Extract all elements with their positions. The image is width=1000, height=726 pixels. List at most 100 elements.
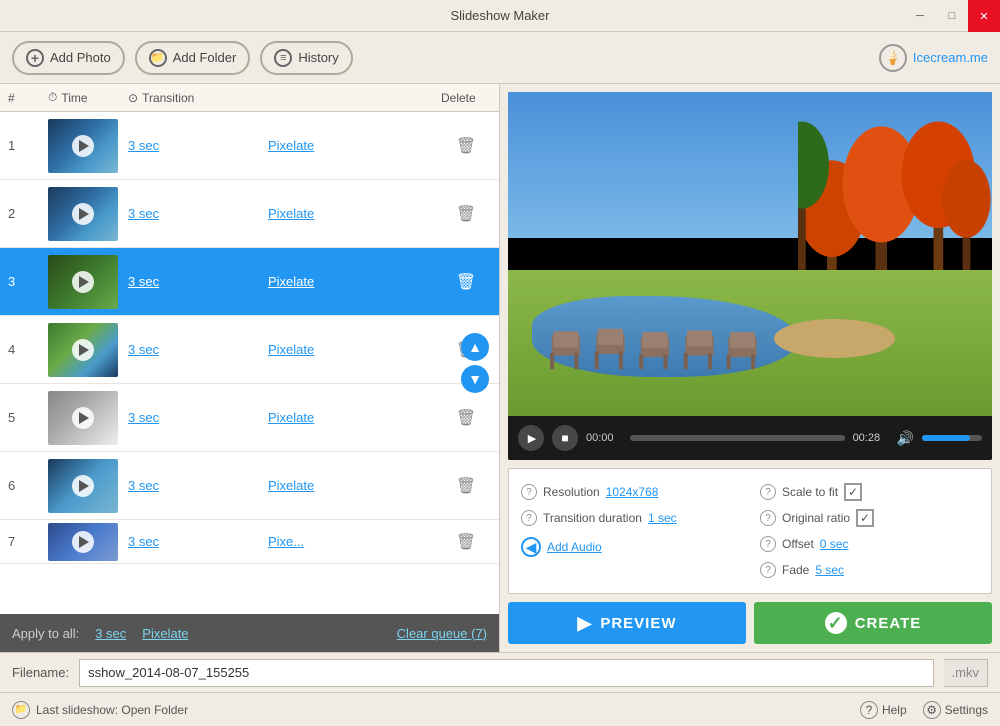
offset-value[interactable]: 0 sec [820, 537, 849, 551]
table-row[interactable]: 2 3 sec Pixelate 🗑 [0, 180, 499, 248]
settings-panel: ? Resolution 1024x768 ? Transition durat… [508, 468, 992, 594]
play-icon [79, 276, 89, 288]
preview-button[interactable]: ▶ PREVIEW [508, 602, 746, 644]
table-row[interactable]: 3 3 sec Pixelate 🗑 [0, 248, 499, 316]
thumbnail[interactable] [48, 255, 118, 309]
stop-button[interactable]: ■ [552, 425, 578, 451]
row-number: 7 [8, 534, 48, 549]
time-link[interactable]: 3 sec [128, 274, 268, 289]
play-overlay [72, 339, 94, 361]
settings-button[interactable]: ⚙ Settings [923, 701, 988, 719]
table-row[interactable]: 4 3 sec Pixelate 🗑 [0, 316, 499, 384]
add-folder-button[interactable]: 📁 Add Folder [135, 41, 251, 75]
thumbnail[interactable] [48, 459, 118, 513]
delete-button[interactable]: 🗑 [441, 272, 491, 292]
row-number: 1 [8, 138, 48, 153]
delete-button[interactable]: 🗑 [441, 204, 491, 224]
folder-icon: 📁 [12, 701, 30, 719]
minimize-button[interactable]: ─ [904, 0, 936, 32]
create-button[interactable]: ✓ CREATE [754, 602, 992, 644]
scale-help-icon[interactable]: ? [760, 484, 776, 500]
play-icon [79, 480, 89, 492]
move-up-button[interactable]: ▲ [461, 333, 489, 361]
transition-link[interactable]: Pixelate [268, 274, 441, 289]
original-ratio-help-icon[interactable]: ? [760, 510, 776, 526]
row-number: 3 [8, 274, 48, 289]
maximize-button[interactable]: □ [936, 0, 968, 32]
table-row[interactable]: 5 3 sec Pixelate 🗑 [0, 384, 499, 452]
scale-to-fit-row: ? Scale to fit ✓ [760, 479, 979, 505]
resolution-row: ? Resolution 1024x768 [521, 479, 740, 505]
create-check-icon: ✓ [825, 612, 847, 634]
progress-bar[interactable] [630, 435, 845, 441]
delete-button[interactable]: 🗑 [441, 136, 491, 156]
fade-help-icon[interactable]: ? [760, 562, 776, 578]
help-button[interactable]: ? Help [860, 701, 907, 719]
transition-duration-value[interactable]: 1 sec [648, 511, 677, 525]
col-transition: ⊙ Transition [128, 91, 268, 105]
resolution-value[interactable]: 1024x768 [606, 485, 659, 499]
brand-label: Icecream.me [913, 50, 988, 65]
transition-link[interactable]: Pixelate [268, 206, 441, 221]
table-row[interactable]: 6 3 sec Pixelate 🗑 [0, 452, 499, 520]
time-link[interactable]: 3 sec [128, 410, 268, 425]
transition-duration-row: ? Transition duration 1 sec [521, 505, 740, 531]
time-link[interactable]: 3 sec [128, 534, 268, 549]
thumbnail[interactable] [48, 391, 118, 445]
brand-link[interactable]: 🍦 Icecream.me [879, 44, 988, 72]
table-container: 1 3 sec Pixelate 🗑 2 [0, 112, 499, 614]
delete-button[interactable]: 🗑 [441, 476, 491, 496]
transition-link[interactable]: Pixelate [268, 478, 441, 493]
thumbnail[interactable] [48, 523, 118, 561]
thumbnail[interactable] [48, 187, 118, 241]
filename-input[interactable] [79, 659, 933, 687]
apply-label: Apply to all: [12, 626, 79, 641]
move-down-button[interactable]: ▼ [461, 365, 489, 393]
settings-right: ? Scale to fit ✓ ? Original ratio ✓ ? Of… [760, 479, 979, 583]
row-number: 2 [8, 206, 48, 221]
original-ratio-check[interactable]: ✓ [856, 509, 874, 527]
volume-bar[interactable] [922, 435, 982, 441]
table-row[interactable]: 1 3 sec Pixelate 🗑 [0, 112, 499, 180]
filename-label: Filename: [12, 665, 69, 680]
play-button[interactable]: ▶ [518, 425, 544, 451]
close-button[interactable]: ✕ [968, 0, 1000, 32]
time-link[interactable]: 3 sec [128, 478, 268, 493]
history-icon: ≡ [274, 49, 292, 67]
offset-help-icon[interactable]: ? [760, 536, 776, 552]
transition-link[interactable]: Pixe... [268, 534, 441, 549]
history-button[interactable]: ≡ History [260, 41, 352, 75]
delete-button[interactable]: 🗑 [441, 532, 491, 552]
add-audio-link[interactable]: Add Audio [547, 540, 602, 554]
apply-time[interactable]: 3 sec [95, 626, 126, 641]
create-label: CREATE [855, 615, 922, 632]
apply-transition[interactable]: Pixelate [142, 626, 188, 641]
time-link[interactable]: 3 sec [128, 138, 268, 153]
volume-icon[interactable]: 🔊 [897, 430, 914, 447]
col-hash: # [8, 91, 48, 105]
time-link[interactable]: 3 sec [128, 342, 268, 357]
toolbar: + Add Photo 📁 Add Folder ≡ History 🍦 Ice… [0, 32, 1000, 84]
add-audio-icon[interactable]: ◀ [521, 537, 541, 557]
scale-to-fit-check[interactable]: ✓ [844, 483, 862, 501]
resolution-help-icon[interactable]: ? [521, 484, 537, 500]
original-ratio-label: Original ratio [782, 511, 850, 525]
play-overlay [72, 271, 94, 293]
total-time: 00:28 [853, 432, 889, 444]
time-link[interactable]: 3 sec [128, 206, 268, 221]
delete-button[interactable]: 🗑 [441, 408, 491, 428]
table-row[interactable]: 7 3 sec Pixe... 🗑 [0, 520, 499, 564]
transition-link[interactable]: Pixelate [268, 138, 441, 153]
add-photo-button[interactable]: + Add Photo [12, 41, 125, 75]
row-number: 6 [8, 478, 48, 493]
transition-link[interactable]: Pixelate [268, 342, 441, 357]
table-scroll[interactable]: 1 3 sec Pixelate 🗑 2 [0, 112, 499, 564]
play-icon [79, 536, 89, 548]
thumbnail[interactable] [48, 119, 118, 173]
filename-bar: Filename: .mkv [0, 652, 1000, 692]
transition-link[interactable]: Pixelate [268, 410, 441, 425]
fade-value[interactable]: 5 sec [815, 563, 844, 577]
clear-queue-button[interactable]: Clear queue (7) [397, 626, 487, 641]
transition-help-icon[interactable]: ? [521, 510, 537, 526]
thumbnail[interactable] [48, 323, 118, 377]
